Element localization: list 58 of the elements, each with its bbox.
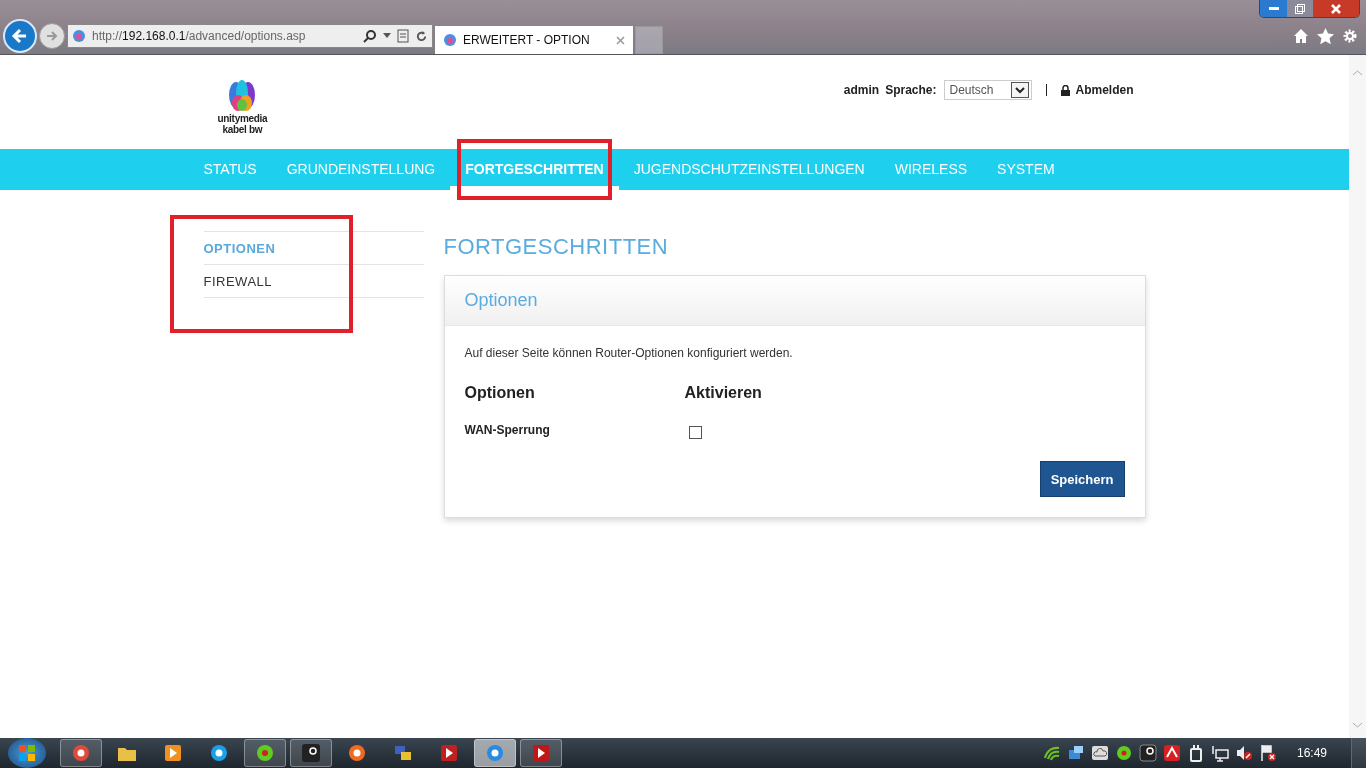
nav-tab[interactable]: GRUNDEINSTELLUNG	[271, 149, 451, 190]
tab-title: ERWEITERT - OPTION	[463, 33, 591, 47]
arrow-right-icon	[45, 29, 59, 43]
play-icon	[163, 743, 183, 763]
orb-icon	[347, 743, 367, 763]
close-icon[interactable]	[616, 35, 625, 45]
start-button[interactable]	[8, 738, 46, 768]
clock: 16:49	[1296, 746, 1327, 760]
sidebar-item[interactable]: FIREWALL	[203, 264, 424, 297]
minimize-icon	[1268, 6, 1279, 11]
forward-button[interactable]	[39, 23, 65, 49]
nav-tab[interactable]: JUGENDSCHUTZEINSTELLUNGEN	[618, 149, 880, 190]
panel-title: Optionen	[464, 290, 538, 311]
caret-icon[interactable]	[383, 33, 391, 39]
address-bar[interactable]: http://192.168.0.1/advanced/options.asp	[67, 24, 433, 48]
taskbar-button[interactable]	[520, 739, 562, 767]
sidebar-item[interactable]: OPTIONEN	[203, 231, 424, 264]
username: admin	[843, 83, 880, 97]
home-icon[interactable]	[1293, 28, 1309, 44]
dropdown-icon[interactable]	[1011, 82, 1030, 98]
logo-text: unitymedia	[217, 113, 268, 124]
restore-button[interactable]	[1287, 0, 1313, 17]
settings-icon[interactable]	[1342, 28, 1358, 44]
restore-icon	[1295, 3, 1305, 14]
site-logo-icon	[72, 29, 86, 43]
nav-tab[interactable]: SYSTEM	[982, 149, 1070, 190]
logout-link[interactable]: Abmelden	[1061, 83, 1134, 97]
search-icon[interactable]	[363, 29, 377, 43]
logo-text: kabel bw	[222, 124, 263, 135]
speaker-icon[interactable]	[1234, 744, 1253, 762]
star-icon[interactable]	[1317, 27, 1334, 45]
nav-tab[interactable]: WIRELESS	[879, 149, 983, 190]
flag-icon[interactable]	[1258, 744, 1277, 762]
site-logo-icon	[443, 33, 457, 47]
browser-tab[interactable]: ERWEITERT - OPTION	[435, 26, 633, 54]
back-button[interactable]	[3, 19, 37, 53]
url-text: http://192.168.0.1/advanced/options.asp	[92, 29, 307, 43]
page-icon[interactable]	[397, 29, 409, 43]
page-title: FORTGESCHRITTEN	[443, 234, 670, 260]
column-header: Aktivieren	[684, 384, 763, 402]
language-select[interactable]: Deutsch	[944, 80, 1033, 100]
option-label: WAN-Sperrung	[464, 422, 551, 437]
description-text: Auf dieser Seite können Router-Optionen konfiguriert werden.	[464, 346, 794, 360]
nav-tab[interactable]: STATUS	[203, 149, 272, 190]
lock-icon	[1061, 84, 1071, 96]
language-label: Sprache:	[885, 83, 937, 97]
checkbox[interactable]	[688, 426, 702, 439]
nav-tab[interactable]: FORTGESCHRITTEN	[450, 149, 619, 190]
close-button[interactable]	[1313, 0, 1359, 17]
taskbar-button[interactable]	[60, 739, 102, 767]
windows-logo-icon	[18, 744, 36, 762]
save-button[interactable]: Speichern	[1039, 461, 1125, 497]
close-icon	[1331, 3, 1341, 14]
column-header: Optionen	[464, 384, 536, 402]
taskbar-button[interactable]	[290, 739, 332, 767]
cloud-icon[interactable]	[1090, 744, 1109, 762]
minimize-button[interactable]	[1260, 0, 1287, 17]
refresh-icon[interactable]	[415, 29, 428, 43]
